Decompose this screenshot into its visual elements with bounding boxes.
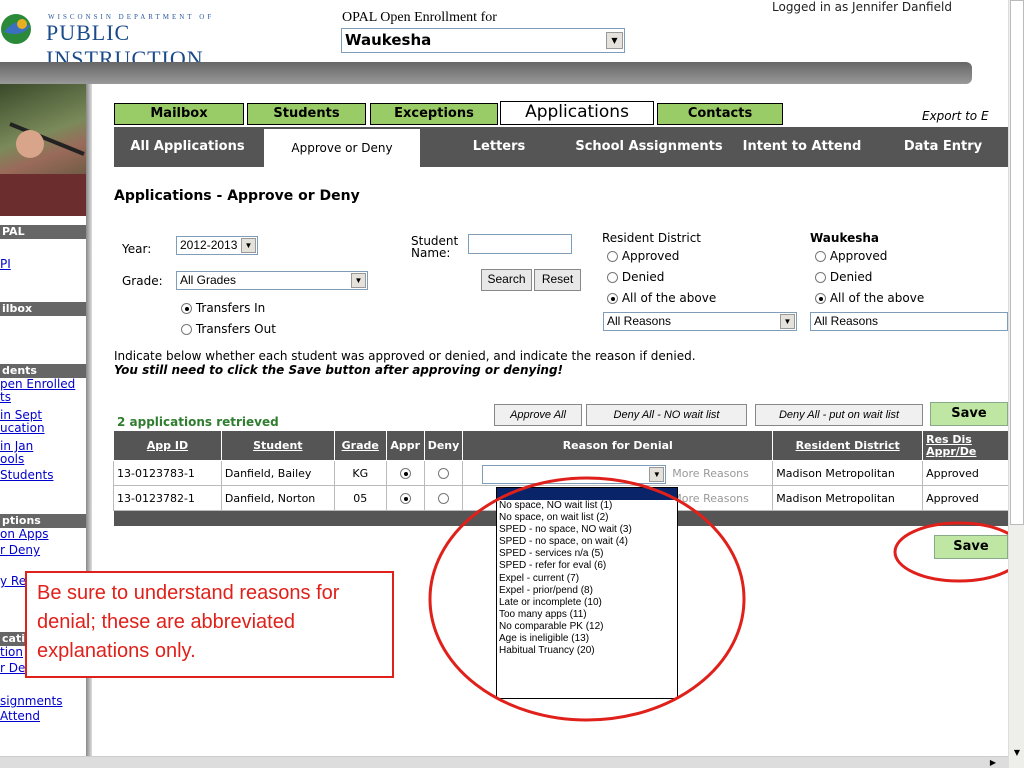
annotation-ellipse-dropdown bbox=[428, 476, 746, 722]
scroll-right-arrow-icon[interactable]: ▶ bbox=[986, 757, 1000, 768]
horizontal-scrollbar[interactable]: ▶ bbox=[0, 756, 1008, 768]
scroll-down-arrow-icon[interactable]: ▼ bbox=[1010, 746, 1024, 760]
scrollbar-thumb[interactable] bbox=[1010, 0, 1024, 525]
vertical-scrollbar[interactable]: ▼ bbox=[1008, 0, 1024, 768]
annotation-ellipse-save bbox=[893, 521, 1024, 583]
annotation-text: Be sure to understand reasons for denial… bbox=[37, 582, 340, 662]
annotation-callout: Be sure to understand reasons for denial… bbox=[25, 571, 394, 678]
